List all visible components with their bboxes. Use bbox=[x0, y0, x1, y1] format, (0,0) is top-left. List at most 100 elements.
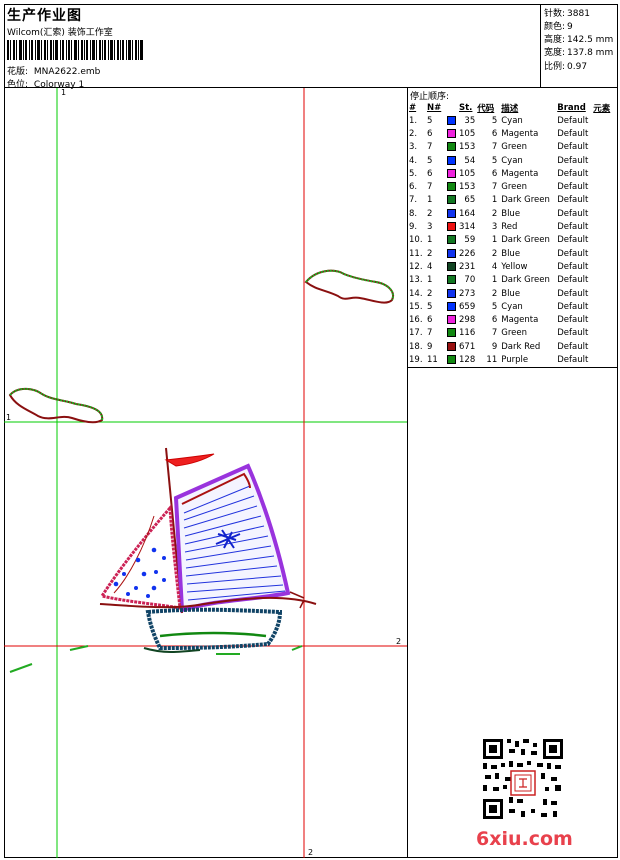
row-needle: 7 bbox=[427, 142, 433, 153]
row-index: 14. bbox=[409, 288, 423, 299]
stat-width: 宽度: 137.8 mm bbox=[544, 45, 613, 58]
table-row: 3. 7 153 7 Green Default bbox=[409, 141, 615, 154]
row-needle: 2 bbox=[427, 248, 433, 259]
row-element bbox=[593, 234, 615, 247]
row-needle: 1 bbox=[427, 275, 433, 286]
row-index: 17. bbox=[409, 328, 423, 339]
row-needle: 6 bbox=[427, 128, 433, 139]
row-swatch bbox=[445, 207, 459, 220]
guide-label-h1: 1 bbox=[6, 413, 11, 422]
page-title: 生产作业图 bbox=[7, 8, 82, 24]
stat-label: 高度: bbox=[544, 35, 566, 45]
table-row: 18. 9 671 9 Dark Red Default bbox=[409, 340, 615, 353]
row-desc: Blue bbox=[501, 248, 521, 259]
color-swatch bbox=[447, 301, 456, 311]
row-desc: Dark Green bbox=[501, 195, 550, 206]
color-swatch bbox=[447, 235, 456, 245]
row-swatch bbox=[445, 194, 459, 207]
row-stitches: 70 bbox=[464, 275, 476, 286]
company-name: Wilcom(汇索) 装饰工作室 bbox=[7, 28, 113, 38]
row-index: 6. bbox=[409, 182, 418, 193]
row-desc: Cyan bbox=[501, 301, 523, 312]
header-info: 生产作业图 Wilcom(汇索) 装饰工作室 花版: MNA2622.emb 色… bbox=[4, 4, 541, 90]
row-stitches: 116 bbox=[459, 328, 476, 339]
row-stitches: 54 bbox=[464, 155, 476, 166]
table-row: 12. 4 231 4 Yellow Default bbox=[409, 260, 615, 273]
color-swatch bbox=[447, 354, 456, 364]
stat-stitches: 针数: 3881 bbox=[544, 6, 590, 19]
row-swatch bbox=[445, 220, 459, 233]
row-code: 4 bbox=[491, 261, 498, 272]
color-swatch bbox=[447, 248, 456, 258]
qr-code bbox=[481, 737, 565, 821]
row-needle: 6 bbox=[427, 168, 433, 179]
cloud-left bbox=[8, 387, 104, 424]
row-brand: Default bbox=[557, 301, 589, 312]
row-brand: Default bbox=[557, 155, 589, 166]
design-value: MNA2622.emb bbox=[33, 67, 101, 77]
row-needle: 5 bbox=[427, 155, 433, 166]
row-element bbox=[593, 167, 615, 180]
row-index: 15. bbox=[409, 301, 423, 312]
stat-value: 9 bbox=[567, 22, 573, 32]
row-code: 6 bbox=[491, 315, 498, 326]
row-element bbox=[593, 180, 615, 193]
row-stitches: 226 bbox=[459, 248, 476, 259]
row-brand: Default bbox=[557, 168, 589, 179]
row-needle: 7 bbox=[427, 328, 433, 339]
stat-scale: 比例: 0.97 bbox=[544, 59, 587, 72]
row-needle: 5 bbox=[427, 115, 433, 126]
row-stitches: 164 bbox=[459, 208, 476, 219]
col-desc: 描述 bbox=[501, 103, 519, 114]
row-index: 7. bbox=[409, 195, 418, 206]
table-row: 13. 1 70 1 Dark Green Default bbox=[409, 274, 615, 287]
cloud-right bbox=[304, 269, 394, 304]
table-row: 16. 6 298 6 Magenta Default bbox=[409, 313, 615, 326]
table-row: 17. 7 116 7 Green Default bbox=[409, 327, 615, 340]
color-swatch bbox=[447, 222, 456, 232]
row-desc: Magenta bbox=[501, 128, 539, 139]
row-index: 4. bbox=[409, 155, 418, 166]
row-needle: 5 bbox=[427, 301, 433, 312]
table-row: 19. 11 128 11 Purple Default bbox=[409, 353, 615, 366]
color-swatch bbox=[447, 208, 456, 218]
table-row: 10. 1 59 1 Dark Green Default bbox=[409, 234, 615, 247]
row-swatch bbox=[445, 300, 459, 313]
row-element bbox=[593, 127, 615, 140]
row-element bbox=[593, 220, 615, 233]
stop-sequence-table: # N# St. 代码 描述 Brand 元素 1. 5 35 5 Cyan Defaul… bbox=[409, 101, 615, 367]
stat-label: 比例: bbox=[544, 62, 566, 72]
color-swatch bbox=[447, 341, 456, 351]
stats-box: 针数: 3881 颜色: 9 高度: 142.5 mm 宽度: 137.8 mm 比例:… bbox=[541, 4, 618, 88]
row-swatch bbox=[445, 260, 459, 273]
row-code: 5 bbox=[491, 115, 498, 126]
stat-label: 宽度: bbox=[544, 48, 566, 58]
row-brand: Default bbox=[557, 235, 589, 246]
row-index: 13. bbox=[409, 275, 423, 286]
row-index: 10. bbox=[409, 235, 423, 246]
row-brand: Default bbox=[557, 115, 589, 126]
row-desc: Green bbox=[501, 182, 527, 193]
stat-colors: 颜色: 9 bbox=[544, 19, 573, 32]
color-swatch bbox=[447, 315, 456, 325]
row-element bbox=[593, 353, 615, 366]
row-element bbox=[593, 207, 615, 220]
row-code: 7 bbox=[491, 182, 498, 193]
stop-rows: 1. 5 35 5 Cyan Default 2. 6 105 6 Magenta Default 3.… bbox=[409, 114, 615, 367]
design-label: 花版: bbox=[7, 67, 29, 77]
table-row: 14. 2 273 2 Blue Default bbox=[409, 287, 615, 300]
row-swatch bbox=[445, 353, 459, 366]
row-desc: Magenta bbox=[501, 168, 539, 179]
row-index: 9. bbox=[409, 222, 418, 233]
stop-sequence-panel: 停止顺序: # N# St. 代码 描述 Brand 元素 1. 5 35 5 Cyan… bbox=[408, 88, 618, 368]
row-index: 8. bbox=[409, 208, 418, 219]
row-code: 1 bbox=[491, 235, 498, 246]
row-element bbox=[593, 327, 615, 340]
color-swatch bbox=[447, 115, 456, 125]
col-element: 元素 bbox=[593, 103, 611, 114]
row-brand: Default bbox=[557, 328, 589, 339]
row-stitches: 65 bbox=[464, 195, 476, 206]
row-code: 1 bbox=[491, 275, 498, 286]
color-swatch bbox=[447, 328, 456, 338]
row-desc: Red bbox=[501, 222, 518, 233]
